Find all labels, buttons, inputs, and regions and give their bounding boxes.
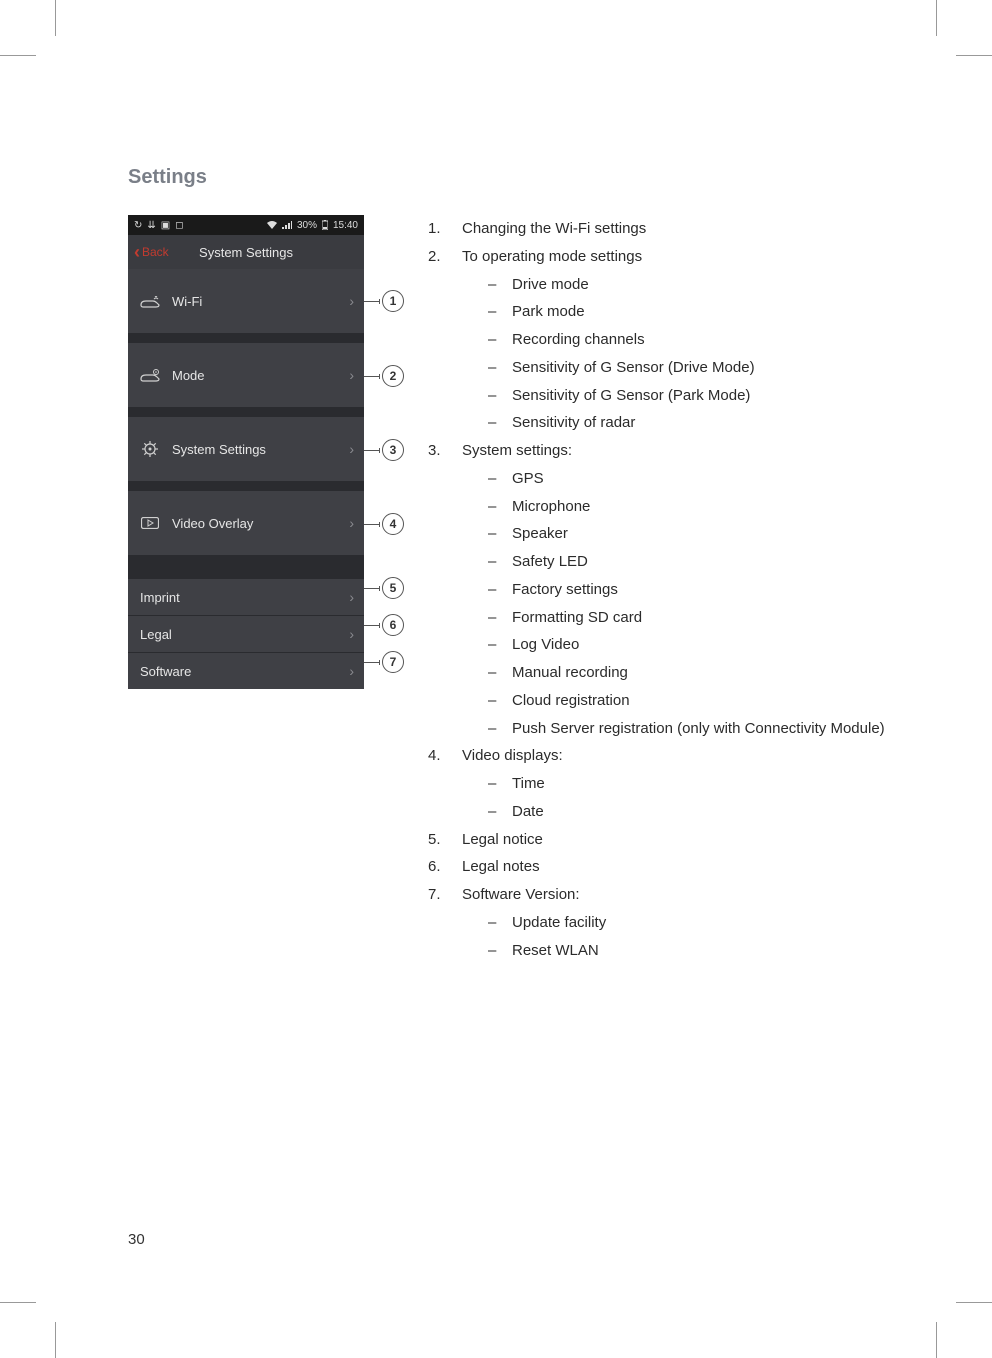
- status-bar: ↻ ⇊ ▣ ◻ 30%: [128, 215, 364, 235]
- row-label: Legal: [140, 627, 339, 642]
- battery-icon: [322, 220, 328, 230]
- row-system-settings[interactable]: System Settings ›: [128, 417, 364, 481]
- chevron-right-icon: ›: [339, 626, 364, 642]
- callout-6: 6: [364, 614, 404, 636]
- chevron-right-icon: ›: [339, 441, 364, 457]
- row-video-overlay[interactable]: Video Overlay ›: [128, 491, 364, 555]
- chevron-left-icon: ‹: [134, 243, 140, 261]
- back-label: Back: [142, 245, 169, 259]
- row-mode[interactable]: Mode ›: [128, 343, 364, 407]
- chevron-right-icon: ›: [339, 663, 364, 679]
- row-imprint[interactable]: Imprint ›: [128, 579, 364, 615]
- page-number: 30: [128, 1231, 145, 1248]
- row-label: Software: [140, 664, 339, 679]
- row-label: System Settings: [172, 442, 339, 457]
- list-item: Sensitivity of radar: [488, 409, 892, 437]
- battery-text: 30%: [297, 220, 317, 231]
- list-item: Formatting SD card: [488, 604, 892, 632]
- screenshot-icon: ▣: [161, 220, 170, 231]
- usb-icon: ⇊: [147, 220, 155, 231]
- row-label: Wi-Fi: [172, 294, 339, 309]
- list-item: Log Video: [488, 631, 892, 659]
- chevron-right-icon: ›: [339, 589, 364, 605]
- list-item: GPS: [488, 465, 892, 493]
- phone-screenshot: ↻ ⇊ ▣ ◻ 30%: [128, 215, 406, 689]
- list-item: Microphone: [488, 493, 892, 521]
- chevron-right-icon: ›: [339, 293, 364, 309]
- wifi-icon: [267, 221, 277, 229]
- row-wifi[interactable]: Wi-Fi ›: [128, 269, 364, 333]
- callout-5: 5: [364, 577, 404, 599]
- list-item: Legal notes: [428, 853, 892, 881]
- callout-3: 3: [364, 439, 404, 461]
- car-wifi-icon: [128, 294, 172, 308]
- list-item: Cloud registration: [488, 687, 892, 715]
- row-label: Video Overlay: [172, 516, 339, 531]
- callout-1: 1: [364, 290, 404, 312]
- list-item: Sensitivity of G Sensor (Drive Mode): [488, 354, 892, 382]
- sync-icon: ↻: [134, 220, 142, 231]
- list-item: Reset WLAN: [488, 937, 892, 965]
- page-title: Settings: [128, 166, 892, 189]
- title-bar: ‹ Back System Settings: [128, 235, 364, 269]
- row-software[interactable]: Software ›: [128, 653, 364, 689]
- list-item: Video displays: Time Date: [428, 742, 892, 825]
- list-item: Recording channels: [488, 326, 892, 354]
- chevron-right-icon: ›: [339, 515, 364, 531]
- list-item: Sensitivity of G Sensor (Park Mode): [488, 382, 892, 410]
- list-item: Safety LED: [488, 548, 892, 576]
- list-item: Factory settings: [488, 576, 892, 604]
- list-item: Legal notice: [428, 826, 892, 854]
- list-item: Update facility: [488, 909, 892, 937]
- list-item: Changing the Wi-Fi settings: [428, 215, 892, 243]
- list-item: Park mode: [488, 298, 892, 326]
- list-item: Speaker: [488, 520, 892, 548]
- image-icon: ◻: [175, 220, 183, 231]
- chevron-right-icon: ›: [339, 367, 364, 383]
- car-gear-icon: [128, 368, 172, 382]
- description-list: Changing the Wi-Fi settings To operating…: [428, 215, 892, 964]
- list-item: Software Version: Update facility Reset …: [428, 881, 892, 964]
- row-legal[interactable]: Legal ›: [128, 616, 364, 652]
- list-item: Drive mode: [488, 271, 892, 299]
- list-item: Time: [488, 770, 892, 798]
- screen-title: System Settings: [199, 245, 293, 260]
- list-item: Manual recording: [488, 659, 892, 687]
- row-label: Imprint: [140, 590, 339, 605]
- gear-icon: [128, 441, 172, 457]
- callout-7: 7: [364, 651, 404, 673]
- back-button[interactable]: ‹ Back: [128, 243, 175, 261]
- signal-icon: [282, 221, 292, 229]
- list-item: Date: [488, 798, 892, 826]
- list-item: Push Server registration (only with Conn…: [488, 715, 892, 743]
- list-item: System settings: GPS Microphone Speaker …: [428, 437, 892, 742]
- list-item: To operating mode settings Drive mode Pa…: [428, 243, 892, 437]
- callout-4: 4: [364, 513, 404, 535]
- video-icon: [128, 517, 172, 529]
- row-label: Mode: [172, 368, 339, 383]
- clock-text: 15:40: [333, 220, 358, 231]
- callout-2: 2: [364, 365, 404, 387]
